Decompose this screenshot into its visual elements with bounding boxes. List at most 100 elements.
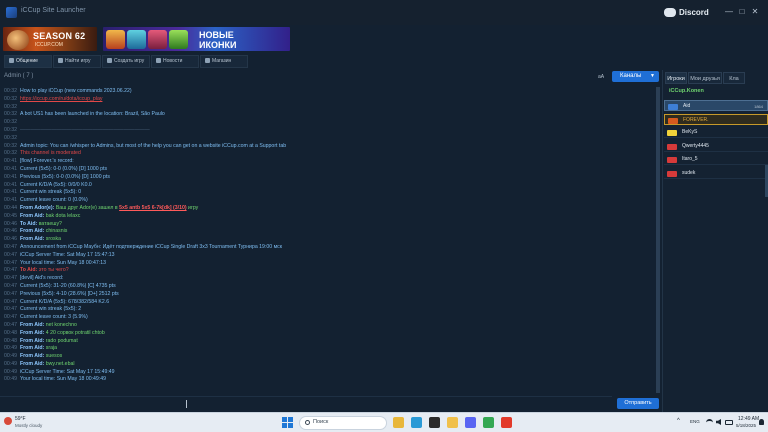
weather-icon[interactable]	[4, 417, 12, 425]
season-banner[interactable]: SEASON 62 ICCUP.COM	[3, 27, 97, 51]
game-join-link[interactable]: 5x5 antb 5x5 6-7k[dk] (3/10)	[119, 205, 186, 211]
tab-clan[interactable]: Кла	[723, 72, 745, 84]
chat-scroll-thumb[interactable]	[656, 87, 660, 393]
message-sender[interactable]: From Ador(e):	[20, 205, 54, 211]
chat-input[interactable]	[0, 396, 612, 410]
player-name: BeKyS	[682, 129, 698, 136]
clock-date[interactable]: 5/18/2025	[736, 423, 756, 428]
message-sender[interactable]: From Aid:	[20, 228, 44, 234]
edge-icon[interactable]	[411, 417, 422, 428]
player-row[interactable]: BeKyS	[664, 127, 768, 139]
tab-create-game[interactable]: Создать игру	[102, 55, 150, 68]
player-row[interactable]: Aid 1864	[664, 100, 768, 111]
message-timestamp: 00:46	[4, 228, 17, 235]
tab-chat[interactable]: Общение	[4, 55, 52, 68]
message-text: Admin topic: You can /whisper to Admins,…	[19, 142, 287, 149]
yandex-icon[interactable]	[501, 417, 512, 428]
chat-message: 00:41 Current (5x5): 0-0 (0.0%) [D] 1000 …	[0, 166, 655, 174]
close-button[interactable]: ✕	[750, 6, 760, 18]
message-sender[interactable]: To Aid:	[20, 221, 37, 227]
message-timestamp: 00:32	[4, 88, 17, 94]
channels-label: Каналы	[620, 73, 642, 79]
discord-icon[interactable]	[664, 8, 676, 17]
message-sender[interactable]: From Aid:	[20, 361, 44, 367]
message-timestamp: 00:41	[4, 181, 17, 188]
tab-my-friends[interactable]: Мои друзья	[688, 72, 722, 84]
chat-message: 00:48 From Aid: rado podumat	[0, 338, 655, 346]
message-text: A bot US1 has been launched in the locat…	[19, 111, 165, 118]
message-timestamp: 00:41	[4, 158, 17, 165]
taskbar-search[interactable]: Поиск	[299, 416, 387, 430]
message-text: Current win streak (5x5): 2	[19, 306, 82, 313]
weather-temperature[interactable]: 59°F	[15, 416, 26, 422]
volume-icon[interactable]	[716, 419, 721, 425]
message-text: Previous (5x5): 0-0 (0.0%) [D] 1000 pts	[19, 173, 110, 180]
message-sender[interactable]: From Aid:	[20, 213, 44, 219]
message-timestamp: 00:41	[4, 173, 17, 180]
tab-players[interactable]: Игроки	[665, 72, 687, 84]
message-timestamp: 00:44	[4, 204, 17, 211]
font-size-toggle[interactable]: aA	[598, 74, 604, 80]
message-sender[interactable]: From Aid:	[20, 330, 44, 336]
start-icon[interactable]	[282, 417, 293, 428]
hero-portrait-icon	[7, 30, 29, 50]
message-sender[interactable]: To Aid:	[20, 267, 37, 273]
message-text: iCCup Server Time: Sat May 17 15:49:49	[19, 368, 115, 375]
maximize-button[interactable]: □	[737, 6, 747, 18]
banner-strip: SEASON 62 ICCUP.COM НОВЫЕ ИКОНКИ	[0, 25, 768, 53]
clock-time[interactable]: 12:49 AM	[738, 416, 759, 422]
battery-icon[interactable]	[725, 420, 733, 425]
terminal-icon[interactable]	[429, 417, 440, 428]
message-link[interactable]: https://iccup.com/ru/dota/iccup_play	[20, 96, 102, 102]
message-sender[interactable]: From Aid:	[20, 345, 44, 351]
notification-bell-icon[interactable]	[759, 419, 764, 425]
new-icons-banner[interactable]: НОВЫЕ ИКОНКИ	[103, 27, 290, 51]
message-text: net konechno	[45, 321, 77, 328]
message-sender[interactable]: From Aid:	[20, 322, 44, 328]
weather-description[interactable]: Mostly cloudy	[15, 423, 42, 428]
message-text: Ваш друг Ador(e) зашел в	[55, 204, 118, 211]
minimize-button[interactable]: —	[724, 6, 734, 18]
chat-scrollbar[interactable]	[656, 87, 660, 393]
message-text: Current K/D/A (5x5): 0/0/0 K0.0	[19, 181, 92, 188]
news-icon	[156, 58, 161, 64]
chat-message: 00:49 Your local time: Sun May 18 00:49:4…	[0, 376, 655, 384]
chat-log[interactable]: 00:32 How to play iCCup (new commands 202…	[0, 85, 655, 395]
chat-message: 00:32 Admin topic: You can /whisper to Ad…	[0, 143, 655, 151]
chat-message: 00:49 From Aid: suesos	[0, 353, 655, 361]
chat-message: 00:47 [devil] Aid's record:	[0, 275, 655, 283]
player-row[interactable]: Itaro_5	[664, 154, 768, 166]
file-explorer-icon[interactable]	[393, 417, 404, 428]
send-button[interactable]: Отправить	[617, 398, 659, 409]
message-timestamp: 00:32	[4, 95, 17, 102]
channels-dropdown[interactable]: Каналы ▼	[612, 71, 659, 82]
player-row[interactable]: FOREVER.	[664, 113, 768, 125]
discord-button[interactable]: Discord	[679, 8, 709, 17]
chat-message: 00:44 From Ador(e): Ваш друг Ador(e) заше…	[0, 205, 655, 213]
chat-message: 00:41 Current win streak (5x5): 0	[0, 189, 655, 197]
message-text: Current (5x5): 0-0 (0.0%) [D] 1000 pts	[19, 165, 108, 172]
message-suffix: игру	[188, 204, 199, 211]
window-title: iCCup Site Launcher	[21, 7, 86, 14]
main-tabs: Общение Найти игру Создать игру Новости …	[0, 55, 768, 68]
message-timestamp: 00:47	[4, 267, 17, 274]
player-row[interactable]: Qwerty4445	[664, 141, 768, 152]
language-indicator[interactable]: ENG	[690, 419, 700, 424]
discord-icon[interactable]	[465, 417, 476, 428]
tray-overflow-icon[interactable]: ^	[677, 418, 680, 424]
wifi-icon[interactable]	[706, 419, 713, 425]
folder-icon[interactable]	[447, 417, 458, 428]
message-sender[interactable]: From Aid:	[20, 338, 44, 344]
player-row[interactable]: sudek	[664, 168, 768, 179]
message-timestamp: 00:41	[4, 189, 17, 196]
message-sender[interactable]: From Aid:	[20, 236, 44, 242]
message-sender[interactable]: From Aid:	[20, 353, 44, 359]
tab-shop[interactable]: Магазин	[200, 55, 248, 68]
message-timestamp: 00:47	[4, 259, 17, 266]
message-timestamp: 00:32	[4, 150, 17, 157]
message-timestamp: 00:32	[4, 142, 17, 149]
tab-find-game[interactable]: Найти игру	[53, 55, 101, 68]
tab-news[interactable]: Новости	[151, 55, 199, 68]
chrome-icon[interactable]	[483, 417, 494, 428]
message-timestamp: 00:32	[4, 126, 17, 133]
